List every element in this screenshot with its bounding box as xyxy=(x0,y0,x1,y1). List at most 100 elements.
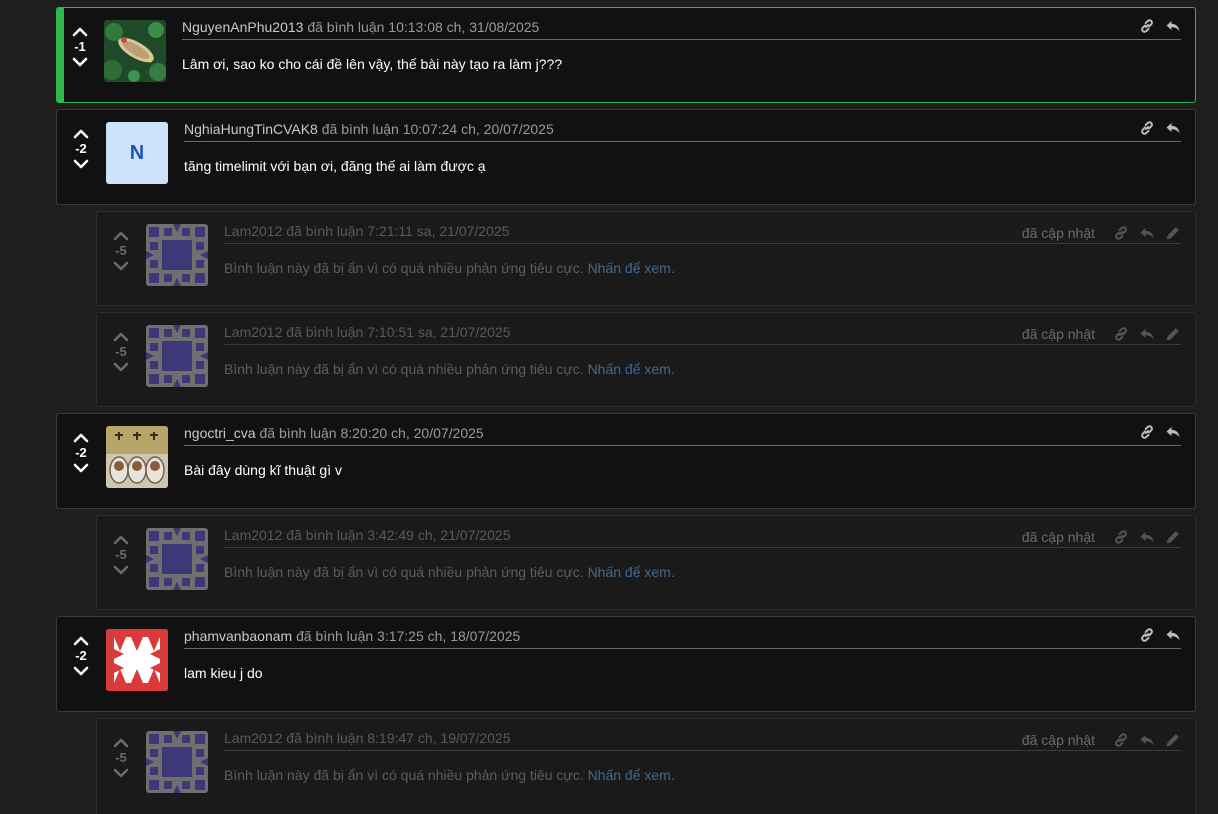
comment-verb: đã bình luận xyxy=(286,223,364,239)
comment-author[interactable]: ngoctri_cva xyxy=(184,425,256,441)
comment-time[interactable]: 8:19:47 ch, 19/07/2025 xyxy=(367,730,510,746)
chevron-up-icon[interactable] xyxy=(73,635,89,647)
comment-body: lam kieu j do xyxy=(184,665,263,681)
link-icon[interactable] xyxy=(1113,225,1129,241)
chevron-up-icon[interactable] xyxy=(113,534,129,546)
chevron-up-icon[interactable] xyxy=(113,331,129,343)
comment-author[interactable]: NghiaHungTinCVAK8 xyxy=(184,121,318,137)
comment-verb: đã bình luận xyxy=(259,425,337,441)
avatar[interactable]: N xyxy=(106,122,168,184)
reply-icon[interactable] xyxy=(1165,18,1181,34)
comment-verb: đã bình luận xyxy=(286,730,364,746)
comment-actions: đã cập nhật xyxy=(1022,526,1181,548)
link-icon[interactable] xyxy=(1113,326,1129,342)
comment-card-hidden: -5 Lam2012 đã bình luận 7:21:11 sa, 21/0… xyxy=(96,211,1196,306)
chevron-down-icon[interactable] xyxy=(73,665,89,677)
chevron-up-icon[interactable] xyxy=(73,432,89,444)
reveal-link[interactable]: Nhấn để xem. xyxy=(588,767,675,783)
chevron-down-icon[interactable] xyxy=(72,56,88,68)
comment-actions xyxy=(1139,120,1181,136)
vote-box: -5 xyxy=(111,737,131,779)
comment-author[interactable]: NguyenAnPhu2013 xyxy=(182,19,303,35)
hidden-notice: Bình luận này đã bị ẩn vì có quá nhiều p… xyxy=(224,564,584,580)
comment-time[interactable]: 8:20:20 ch, 20/07/2025 xyxy=(340,425,483,441)
link-icon[interactable] xyxy=(1139,18,1155,34)
comment-author[interactable]: Lam2012 xyxy=(224,730,282,746)
chevron-down-icon[interactable] xyxy=(113,767,129,779)
avatar[interactable] xyxy=(106,426,168,488)
chevron-down-icon[interactable] xyxy=(73,462,89,474)
comment-time[interactable]: 3:17:25 ch, 18/07/2025 xyxy=(377,628,520,644)
reply-icon[interactable] xyxy=(1165,120,1181,136)
comment-verb: đã bình luận xyxy=(307,19,385,35)
hidden-notice: Bình luận này đã bị ẩn vì có quá nhiều p… xyxy=(224,361,584,377)
vote-score: -1 xyxy=(74,39,86,54)
reveal-link[interactable]: Nhấn để xem. xyxy=(588,564,675,580)
avatar[interactable] xyxy=(146,224,208,286)
comment-time[interactable]: 10:13:08 ch, 31/08/2025 xyxy=(388,19,539,35)
comment-author[interactable]: Lam2012 xyxy=(224,324,282,340)
avatar[interactable] xyxy=(146,731,208,793)
comment-actions xyxy=(1139,424,1181,440)
chevron-up-icon[interactable] xyxy=(113,230,129,242)
avatar[interactable] xyxy=(146,528,208,590)
avatar[interactable] xyxy=(106,629,168,691)
reply-icon[interactable] xyxy=(1165,424,1181,440)
comment-card: -2 phamvanbaonam đã bình luận 3:17:25 ch… xyxy=(56,616,1196,712)
link-icon[interactable] xyxy=(1139,424,1155,440)
chevron-down-icon[interactable] xyxy=(73,158,89,170)
hidden-notice: Bình luận này đã bị ẩn vì có quá nhiều p… xyxy=(224,260,584,276)
chevron-down-icon[interactable] xyxy=(113,361,129,373)
comment-header: Lam2012 đã bình luận 7:21:11 sa, 21/07/2… xyxy=(224,220,1181,244)
vote-box: -5 xyxy=(111,230,131,272)
vote-box: -5 xyxy=(111,331,131,373)
reveal-link[interactable]: Nhấn để xem. xyxy=(588,361,675,377)
link-icon[interactable] xyxy=(1113,732,1129,748)
comment-verb: đã bình luận xyxy=(286,324,364,340)
updated-label: đã cập nhật xyxy=(1021,732,1095,748)
comment-author[interactable]: Lam2012 xyxy=(224,527,282,543)
vote-score: -5 xyxy=(115,750,127,765)
vote-box: -5 xyxy=(111,534,131,576)
comment-actions xyxy=(1139,18,1181,34)
comment-author[interactable]: Lam2012 xyxy=(224,223,282,239)
link-icon[interactable] xyxy=(1139,627,1155,643)
reveal-link[interactable]: Nhấn để xem. xyxy=(588,260,675,276)
pencil-icon[interactable] xyxy=(1165,225,1181,241)
vote-box: -2 xyxy=(71,128,91,170)
comment-card: -1 NguyenAnPhu2013 đã bình luận 10:13:08… xyxy=(56,7,1196,103)
avatar-letter: N xyxy=(129,141,145,164)
pencil-icon[interactable] xyxy=(1165,529,1181,545)
reply-icon[interactable] xyxy=(1165,627,1181,643)
comment-time[interactable]: 7:21:11 sa, 21/07/2025 xyxy=(367,223,509,239)
vote-score: -2 xyxy=(75,141,87,156)
pencil-icon[interactable] xyxy=(1165,326,1181,342)
comment-verb: đã bình luận xyxy=(296,628,374,644)
vote-score: -5 xyxy=(115,344,127,359)
chevron-up-icon[interactable] xyxy=(113,737,129,749)
updated-label: đã cập nhật xyxy=(1021,529,1095,545)
comment-author[interactable]: phamvanbaonam xyxy=(184,628,292,644)
avatar[interactable] xyxy=(104,20,166,82)
link-icon[interactable] xyxy=(1139,120,1155,136)
reply-icon[interactable] xyxy=(1139,732,1155,748)
chevron-up-icon[interactable] xyxy=(73,128,89,140)
reply-icon[interactable] xyxy=(1139,529,1155,545)
chevron-up-icon[interactable] xyxy=(72,26,88,38)
pencil-icon[interactable] xyxy=(1165,732,1181,748)
comment-time[interactable]: 3:42:49 ch, 21/07/2025 xyxy=(367,527,510,543)
comment-time[interactable]: 10:07:24 ch, 20/07/2025 xyxy=(403,121,554,137)
comment-verb: đã bình luận xyxy=(286,527,364,543)
reply-icon[interactable] xyxy=(1139,225,1155,241)
comment-body: Lâm ơi, sao ko cho cái đề lên vậy, thế b… xyxy=(182,56,563,72)
chevron-down-icon[interactable] xyxy=(113,564,129,576)
comment-time[interactable]: 7:10:51 sa, 21/07/2025 xyxy=(367,324,510,340)
comment-body: Bình luận này đã bị ẩn vì có quá nhiều p… xyxy=(224,564,675,580)
avatar[interactable] xyxy=(146,325,208,387)
reply-icon[interactable] xyxy=(1139,326,1155,342)
comment-header: NguyenAnPhu2013 đã bình luận 10:13:08 ch… xyxy=(182,16,1181,40)
chevron-down-icon[interactable] xyxy=(113,260,129,272)
comment-header: NghiaHungTinCVAK8 đã bình luận 10:07:24 … xyxy=(184,118,1181,142)
link-icon[interactable] xyxy=(1113,529,1129,545)
comment-card-hidden: -5 Lam2012 đã bình luận 7:10:51 sa, 21/0… xyxy=(96,312,1196,407)
